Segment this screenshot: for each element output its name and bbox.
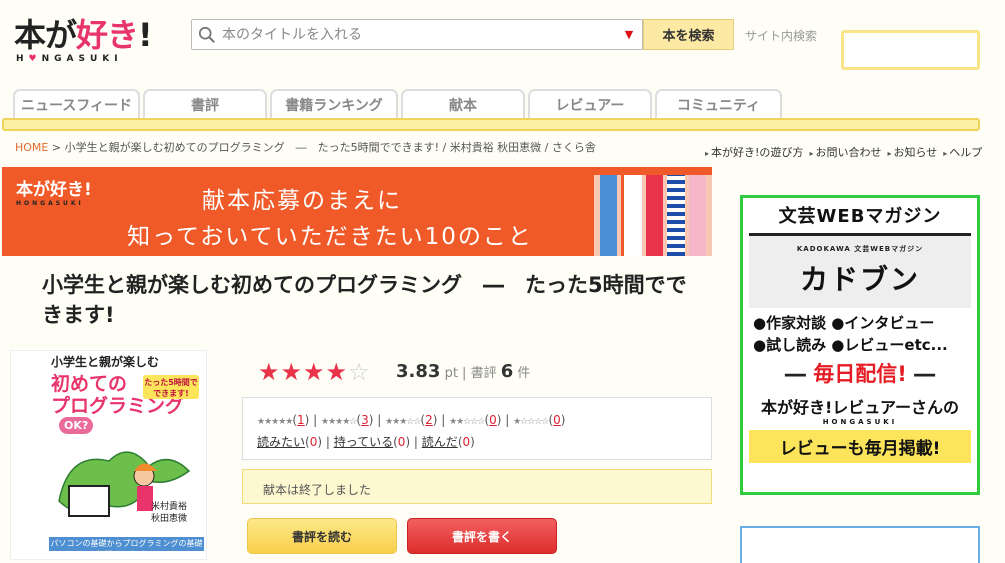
review-unit: 件 [517,366,531,381]
breadcrumb: HOME > 小学生と親が楽しむ初めてのプログラミング ― たった5時間でできま… [15,139,596,155]
ad-daily: ― 毎日配信! ― [784,362,936,386]
top-links: 本が好き!の遊び方 お問い合わせ お知らせ ヘルプ [705,144,982,160]
banner-line-2: 知っておいていただきたい10のこと [127,224,533,250]
have-link[interactable]: 持っている [334,435,393,449]
book-title: 小学生と親が楽しむ初めてのプログラミング ― たった5時間でできます! [42,273,687,327]
nav-tab-2[interactable]: 書籍ランキング [270,89,398,119]
score-unit: pt [444,366,458,381]
ad-items: ●作家対談 ●インタビュー ●試し読み ●レビューetc... [753,312,967,356]
login-box[interactable] [841,30,980,70]
want-count: 0 [309,435,318,449]
logo-sub-b: NGASUKI [41,54,123,64]
ad-reviewer: 本が好き!レビュアーさんの HONGASUKI [743,394,977,426]
stars-5-label: ★★★★★ [257,417,293,427]
ad-item-1: ●作家対談 ●インタビュー [753,314,935,332]
stars-1-label: ★☆☆☆☆ [513,417,549,427]
review-count: 6 [500,361,514,382]
kadokawa-sub: KADOKAWA 文芸WEBマガジン [796,245,924,253]
search-icon [192,20,222,49]
ad-reviewer-sub: HONGASUKI [822,418,898,426]
write-review-button[interactable]: 書評を書く [407,518,557,554]
cover-badge: たった5時間で できます! [143,375,199,399]
cover-author: 米村貴裕 秋田恵微 [151,502,188,524]
logo-text-a: 本が [14,16,77,54]
rating-score: 3.83 pt | 書評 6 件 [396,361,531,382]
have-read-link[interactable]: 読んだ [422,435,458,449]
star-breakdown-row: ★★★★★(1) | ★★★★☆(3) | ★★★☆☆(2) | ★★☆☆☆(0… [257,413,566,427]
book-cover[interactable]: 小学生と親が楽しむ 初めての プログラミング たった5時間で できます! OK?… [10,350,207,560]
ad-reviewer-text: 本が好き!レビュアーさんの [760,398,960,417]
logo-text-c: ! [138,16,153,54]
stars-2-label: ★★☆☆☆ [449,417,485,427]
cover-top-text: 小学生と親が楽しむ [51,355,160,369]
stars-1-count[interactable]: 0 [553,413,561,427]
main-nav: ニュースフィード 書評 書籍ランキング 献本 レビュアー コミュニティ [13,89,782,119]
have-count: 0 [397,435,406,449]
nav-tab-3[interactable]: 献本 [401,89,525,119]
stars-5-count[interactable]: 1 [297,413,305,427]
stars-3-count[interactable]: 2 [425,413,433,427]
logo-mark: 本が好き! [14,10,164,56]
ad-item-2: ●試し読み ●レビューetc... [753,336,948,354]
link-contact[interactable]: お問い合わせ [809,144,881,160]
stars-4-count[interactable]: 3 [361,413,369,427]
cover-main-1: 初めての [51,373,128,395]
breadcrumb-home[interactable]: HOME [15,141,48,154]
banner-books-image [594,175,712,256]
score-value: 3.83 [396,361,441,382]
reading-status-row: 読みたい(0) | 持っている(0) | 読んだ(0) [257,435,475,449]
site-search-link[interactable]: サイト内検索 [745,27,817,44]
search-button[interactable]: 本を検索 [643,19,734,50]
kadokawa-logo: KADOKAWA 文芸WEBマガジン カドブン [749,236,971,308]
link-help[interactable]: ヘルプ [943,144,982,160]
review-label: 書評 [470,366,497,381]
star-icon: ★ [325,358,348,386]
rating-breakdown: ★★★★★(1) | ★★★★☆(3) | ★★★☆☆(2) | ★★☆☆☆(0… [242,397,712,460]
logo-sub-a: H [16,54,29,64]
star-icon: ★ [280,358,303,386]
star-icon: ★ [258,358,280,386]
second-ad[interactable] [740,526,980,563]
want-to-read-link[interactable]: 読みたい [257,435,305,449]
stars-2-count[interactable]: 0 [489,413,497,427]
nav-tab-5[interactable]: コミュニティ [655,89,782,119]
link-news[interactable]: お知らせ [887,144,937,160]
link-howto[interactable]: 本が好き!の遊び方 [705,144,803,160]
nav-tab-4[interactable]: レビュアー [528,89,652,119]
page: 本が好き! H♥NGASUKI ▼ 本を検索 サイト内検索 ニュースフィード書評… [0,0,1005,563]
nav-tab-0[interactable]: ニュースフィード [13,89,140,119]
search-bar: ▼ [191,19,643,50]
cover-bottom-band: パソコンの基礎からプログラミングの基礎知識までカバー! [49,537,204,559]
breadcrumb-rest: > 小学生と親が楽しむ初めてのプログラミング ― たった5時間でできます! / … [48,141,596,154]
promo-banner[interactable]: 本が好き! HONGASUKI 献本応募のまえに 知っておいていただきたい10の… [2,167,712,256]
giveaway-closed-notice: 献本は終了しました [242,469,712,504]
ad-monthly: レビューも毎月掲載! [749,430,971,463]
logo-text-b: 好き [76,16,139,54]
stars-4-label: ★★★★☆ [321,417,357,427]
rating-stars: ★ ★ ★ ★ ☆ [258,360,370,384]
star-icon: ☆ [348,358,370,386]
kadokawa-name: カドブン [799,263,920,296]
read-count: 0 [462,435,471,449]
banner-line-1: 献本応募のまえに [202,188,402,214]
site-logo[interactable]: 本が好き! H♥NGASUKI [14,10,164,65]
read-reviews-button[interactable]: 書評を読む [247,518,397,554]
nav-underline-bar [2,118,980,131]
star-icon: ★ [303,358,325,386]
search-input[interactable] [222,26,616,43]
stars-3-label: ★★★☆☆ [385,417,421,427]
nav-tab-1[interactable]: 書評 [143,89,267,119]
ad-title: 文芸WEBマガジン [778,206,942,227]
heart-icon: ♥ [28,54,42,64]
kadobun-ad[interactable]: 文芸WEBマガジン KADOKAWA 文芸WEBマガジン カドブン ●作家対談 … [740,195,980,495]
ad-daily-text: 毎日配信! [813,362,907,386]
dropdown-arrow-icon[interactable]: ▼ [616,28,642,41]
